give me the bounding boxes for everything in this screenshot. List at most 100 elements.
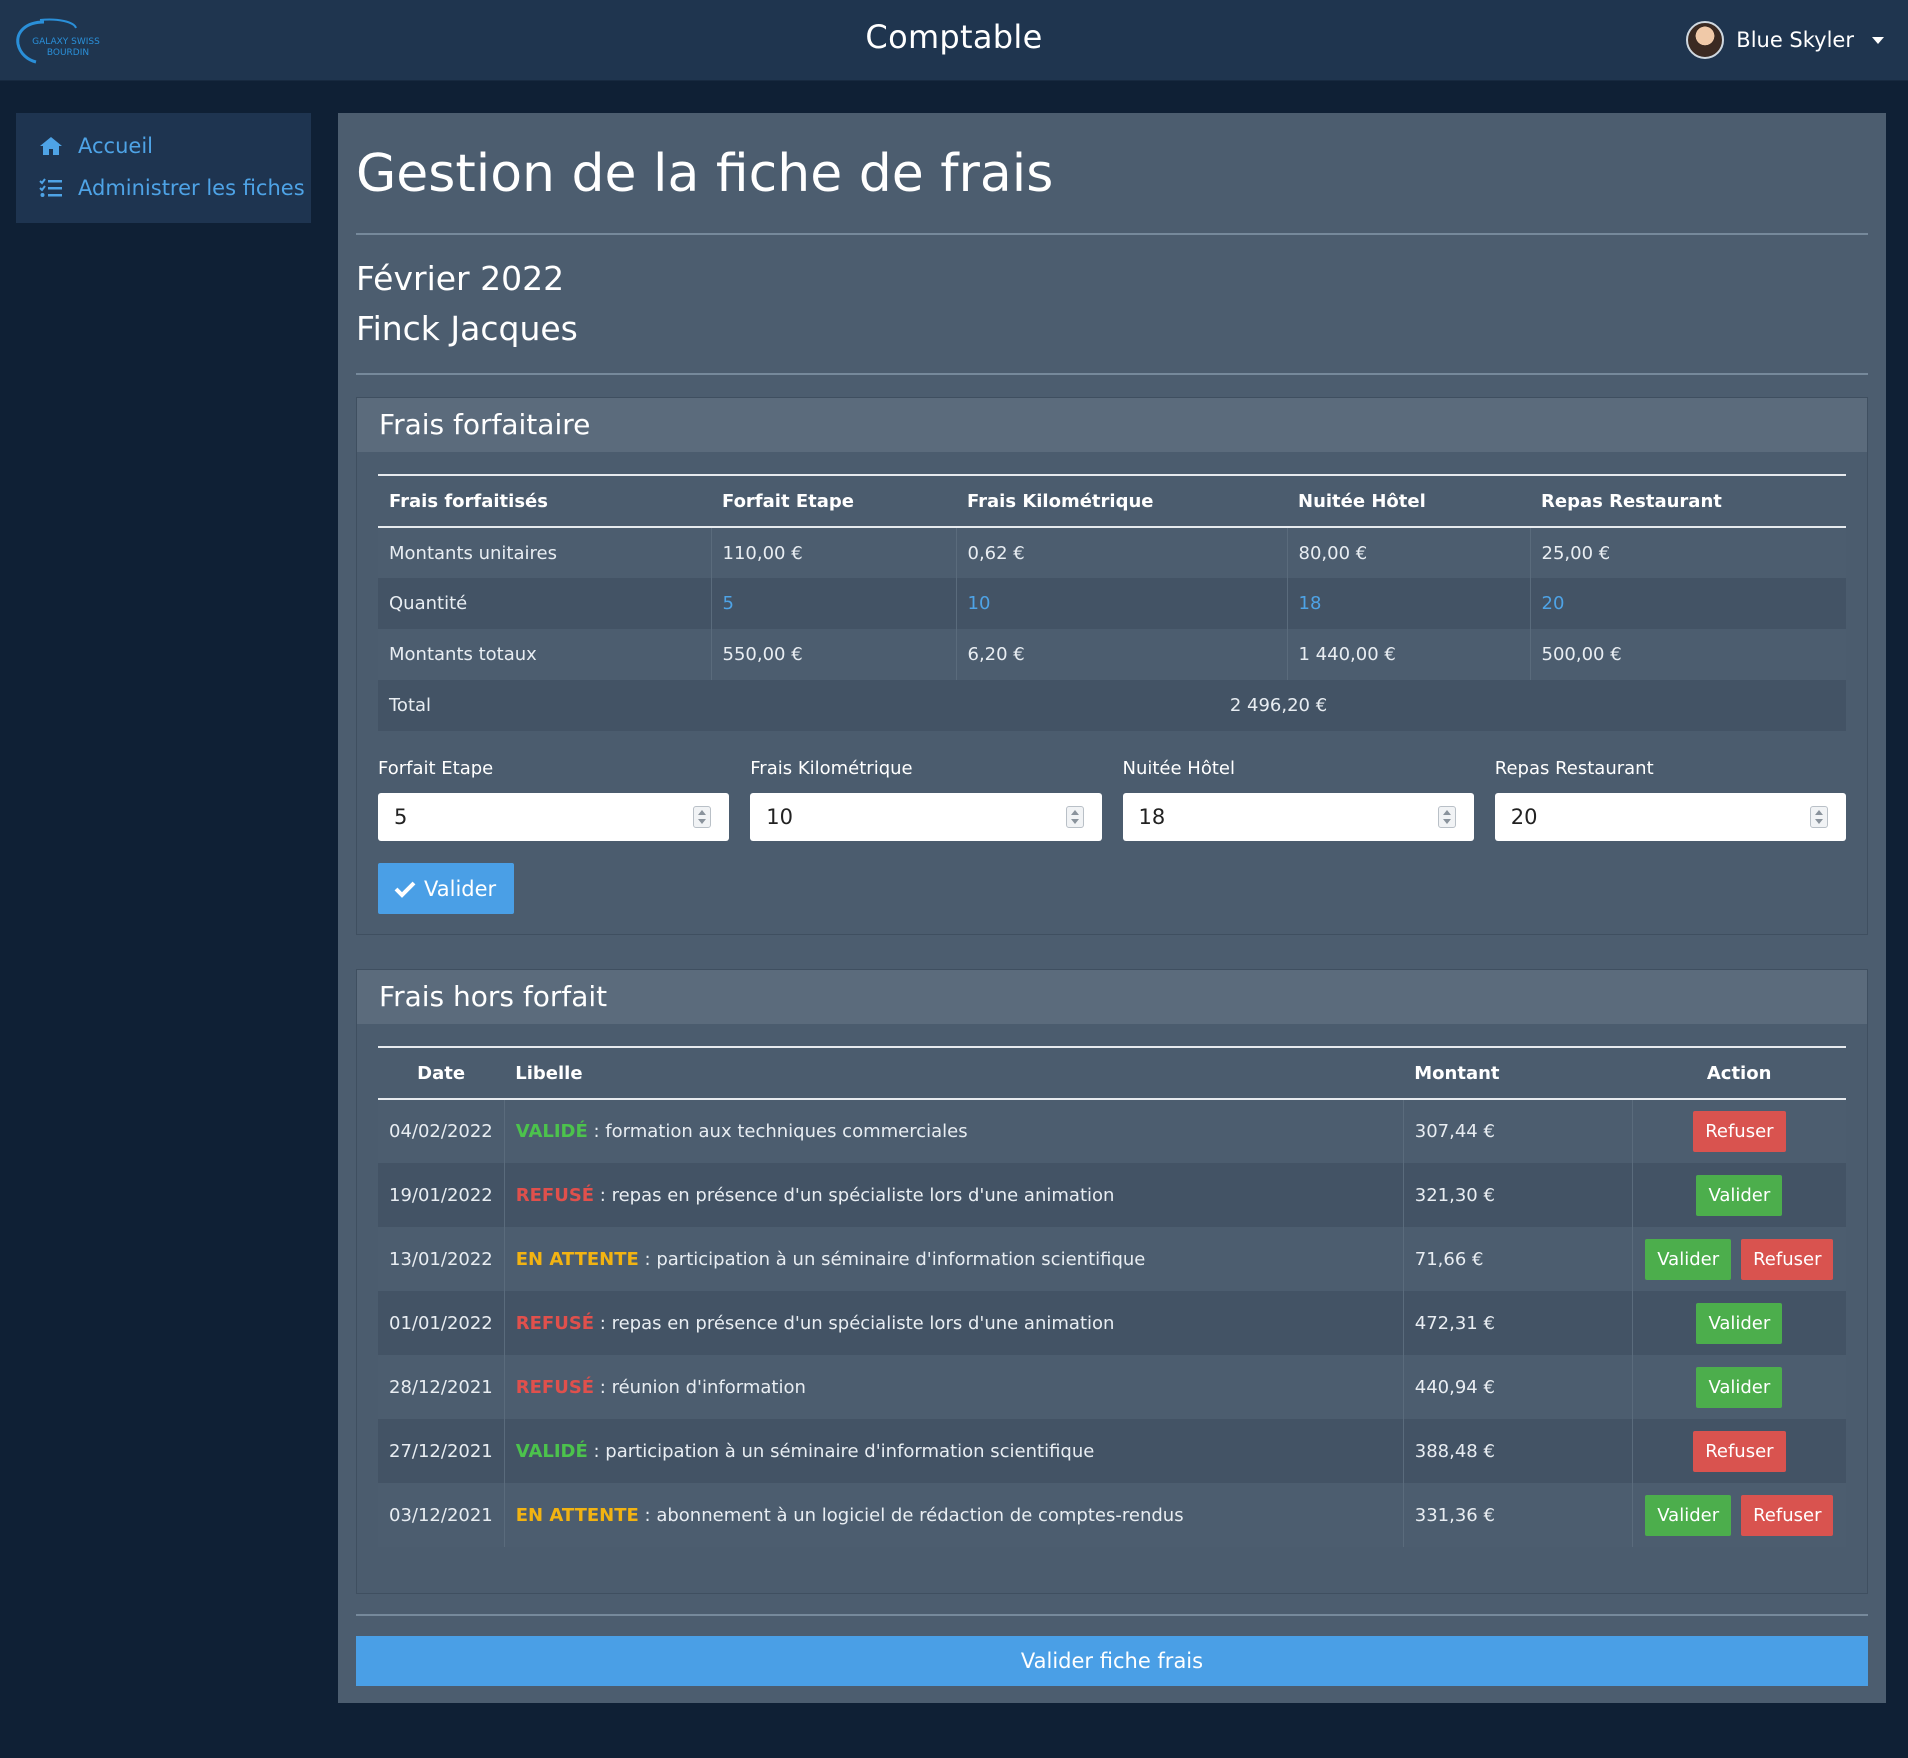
frais-forfait-card: Frais forfaitaire Frais forfaitisés Forf… (356, 397, 1868, 935)
status-badge: EN ATTENTE (515, 1504, 639, 1526)
date-cell: 04/02/2022 (378, 1099, 505, 1163)
action-cell: Refuser (1631, 1419, 1846, 1483)
spinner-icon[interactable] (693, 806, 712, 828)
column-header: Nuitée Hôtel (1287, 474, 1530, 528)
check-icon (394, 881, 416, 898)
period-label: Février 2022 (356, 259, 565, 298)
input-value: 18 (1138, 805, 1166, 829)
row-label: Montants totaux (378, 629, 711, 680)
refuser-frais-button[interactable]: Refuser (1741, 1238, 1834, 1280)
app-title: Comptable (865, 18, 1043, 56)
date-cell: 01/01/2022 (378, 1291, 505, 1355)
libelle-cell: VALIDÉ : formation aux techniques commer… (503, 1099, 1404, 1163)
frais-hors-forfait-table: Date Libelle Montant Action 04/02/2022 VA… (378, 1046, 1846, 1547)
refuser-frais-button[interactable]: Refuser (1741, 1494, 1834, 1536)
date-cell: 27/12/2021 (378, 1419, 505, 1483)
action-cell: Valider Refuser (1631, 1227, 1846, 1291)
valider-frais-button[interactable]: Valider (1696, 1174, 1783, 1216)
action-cell: Valider (1631, 1163, 1846, 1227)
status-badge: VALIDÉ (515, 1440, 588, 1462)
card-header: Frais hors forfait (357, 970, 1867, 1024)
quantity-cell: 10 (955, 578, 1287, 629)
spinner-icon[interactable] (1437, 806, 1456, 828)
column-header: Montant (1403, 1046, 1633, 1100)
card-header: Frais forfaitaire (357, 398, 1867, 452)
table-row: 04/02/2022 VALIDÉ : formation aux techniq… (378, 1099, 1846, 1163)
button-label: Valider (424, 876, 497, 901)
sidebar-item-administrer[interactable]: Administrer les fiches (16, 167, 311, 209)
status-badge: REFUSÉ (515, 1376, 595, 1398)
amount-cell: 321,30 € (1402, 1163, 1633, 1227)
form-group-frais-km: Frais Kilométrique 10 (750, 757, 1102, 841)
column-header: Libelle (504, 1046, 1404, 1100)
table-row: 28/12/2021 REFUSÉ : réunion d'information… (378, 1355, 1846, 1419)
field-label: Forfait Etape (378, 758, 494, 779)
date-cell: 28/12/2021 (378, 1355, 505, 1419)
total-row: Total 2 496,20 € (378, 680, 1846, 731)
table-row: 27/12/2021 VALIDÉ : participation à un sé… (378, 1419, 1846, 1483)
sidebar: Accueil Administrer les fiches (16, 113, 311, 223)
status-badge: EN ATTENTE (515, 1248, 639, 1270)
total-value: 2 496,20 € (711, 680, 1846, 731)
row-label: Quantité (378, 578, 711, 629)
repas-restaurant-input[interactable]: 20 (1494, 793, 1846, 841)
avatar (1686, 21, 1725, 59)
libelle-text: : participation à un séminaire d'informa… (587, 1440, 1095, 1462)
date-cell: 19/01/2022 (378, 1163, 505, 1227)
date-cell: 13/01/2022 (378, 1227, 505, 1291)
forfait-etape-input[interactable]: 5 (378, 793, 730, 841)
quantity-cell: 20 (1529, 578, 1846, 629)
user-menu[interactable]: Blue Skyler (1686, 20, 1884, 60)
valider-quantites-button[interactable]: Valider (378, 863, 515, 914)
table-row: 19/01/2022 REFUSÉ : repas en présence d'u… (378, 1163, 1846, 1227)
table-row: Quantité 5 10 18 20 (378, 578, 1846, 629)
sidebar-item-label: Accueil (78, 134, 153, 158)
nuitee-hotel-input[interactable]: 18 (1122, 793, 1474, 841)
libelle-cell: REFUSÉ : réunion d'information (503, 1355, 1404, 1419)
valider-fiche-button[interactable]: Valider fiche frais (356, 1636, 1868, 1686)
home-icon (38, 135, 64, 157)
sidebar-item-accueil[interactable]: Accueil (16, 125, 311, 167)
row-label: Montants unitaires (378, 527, 711, 578)
table-cell: 80,00 € (1286, 527, 1530, 578)
table-row: Montants unitaires 110,00 € 0,62 € 80,00… (378, 527, 1846, 578)
status-badge: REFUSÉ (515, 1312, 595, 1334)
action-cell: Refuser (1631, 1099, 1846, 1163)
valider-frais-button[interactable]: Valider (1645, 1238, 1732, 1280)
table-cell: 1 440,00 € (1286, 629, 1530, 680)
column-header: Repas Restaurant (1530, 474, 1846, 528)
spinner-icon[interactable] (1810, 806, 1828, 828)
form-group-repas-restaurant: Repas Restaurant 20 (1494, 757, 1846, 841)
valider-frais-button[interactable]: Valider (1696, 1366, 1783, 1408)
field-label: Frais Kilométrique (750, 758, 913, 779)
table-row: 13/01/2022 EN ATTENTE : participation à u… (378, 1227, 1846, 1291)
column-header: Forfait Etape (711, 474, 956, 528)
libelle-cell: REFUSÉ : repas en présence d'un spéciali… (503, 1291, 1404, 1355)
libelle-text: : abonnement à un logiciel de rédaction … (638, 1504, 1184, 1526)
input-value: 10 (766, 805, 793, 829)
libelle-text: : repas en présence d'un spécialiste lor… (594, 1184, 1115, 1206)
divider (356, 233, 1868, 235)
action-cell: Valider Refuser (1631, 1483, 1846, 1547)
status-badge: REFUSÉ (515, 1184, 595, 1206)
refuser-frais-button[interactable]: Refuser (1693, 1430, 1786, 1472)
form-group-forfait-etape: Forfait Etape 5 (378, 757, 730, 841)
table-cell: 550,00 € (710, 629, 956, 680)
quantity-form: Forfait Etape 5 Frais Kilométrique 10 Nu… (378, 757, 1846, 841)
table-cell: 6,20 € (955, 629, 1287, 680)
spinner-icon[interactable] (1065, 806, 1084, 828)
chevron-down-icon[interactable] (1872, 36, 1884, 44)
divider (356, 373, 1868, 375)
valider-frais-button[interactable]: Valider (1645, 1494, 1732, 1536)
status-badge: VALIDÉ (515, 1121, 588, 1142)
column-header: Action (1632, 1046, 1846, 1100)
amount-cell: 71,66 € (1402, 1227, 1633, 1291)
frais-km-input[interactable]: 10 (750, 793, 1102, 841)
valider-frais-button[interactable]: Valider (1696, 1302, 1783, 1344)
input-value: 20 (1510, 805, 1538, 829)
refuser-frais-button[interactable]: Refuser (1693, 1111, 1786, 1152)
main-panel: Gestion de la fiche de frais Février 202… (338, 113, 1886, 1703)
libelle-text: : participation à un séminaire d'informa… (638, 1248, 1146, 1270)
table-cell: 500,00 € (1529, 629, 1846, 680)
libelle-cell: EN ATTENTE : participation à un séminair… (503, 1227, 1404, 1291)
